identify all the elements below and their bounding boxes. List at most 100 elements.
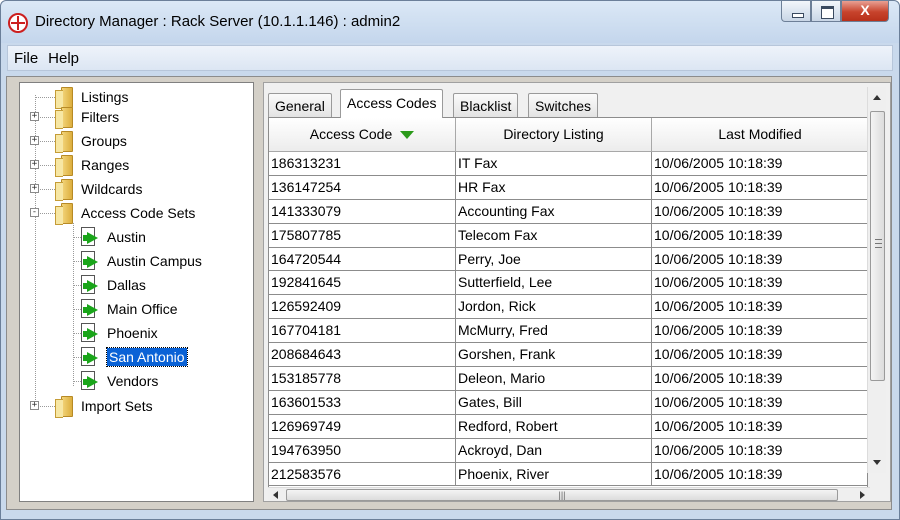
tree-item-austin-campus[interactable]: Austin Campus [81, 249, 202, 273]
last-modified-cell: 10/06/2005 10:18:39 [652, 319, 867, 344]
last-modified-cell: 10/06/2005 10:18:39 [652, 176, 867, 200]
tree-item-label: San Antonio [106, 347, 188, 367]
scroll-up-icon[interactable] [873, 95, 881, 100]
vertical-scroll-thumb[interactable] [870, 111, 885, 381]
tree-item-ranges[interactable]: Ranges [55, 153, 129, 177]
last-modified-cell: 10/06/2005 10:18:39 [652, 391, 867, 415]
directory-listing-cell: Jordon, Rick [456, 295, 652, 320]
access-code-set-icon [81, 275, 103, 295]
folder-icon [55, 179, 73, 201]
table-row[interactable]: 163601533 Gates, Bill 10/06/2005 10:18:39 [269, 390, 867, 415]
column-header-access-code[interactable]: Access Code [269, 118, 456, 152]
tree-item-san-antonio[interactable]: San Antonio [81, 345, 188, 369]
last-modified-cell: 10/06/2005 10:18:39 [652, 463, 867, 487]
column-header-label: Last Modified [718, 126, 802, 142]
column-header-last-modified[interactable]: Last Modified [652, 118, 867, 152]
column-header-directory-listing[interactable]: Directory Listing [456, 118, 652, 152]
tree-item-dallas[interactable]: Dallas [81, 273, 146, 297]
grip-icon [875, 247, 882, 248]
tree-item-main-office[interactable]: Main Office [81, 297, 178, 321]
table-row[interactable]: 192841645 Sutterfield, Lee 10/06/2005 10:1… [269, 271, 867, 296]
grip-icon [875, 239, 882, 240]
window-controls: X [781, 1, 889, 23]
folder-icon [55, 87, 73, 109]
expand-icon[interactable]: + [30, 160, 39, 169]
table-row[interactable]: 212583576 Phoenix, River 10/06/2005 10:18:… [269, 462, 867, 487]
menu-file[interactable]: File [10, 50, 42, 67]
grip-icon [875, 243, 882, 244]
folder-icon [55, 396, 73, 418]
minimize-button[interactable] [781, 1, 811, 22]
table-row[interactable]: 153185778 Deleon, Mario 10/06/2005 10:18:3… [269, 367, 867, 391]
directory-listing-cell: Gorshen, Frank [456, 343, 652, 368]
tree-item-vendors[interactable]: Vendors [81, 369, 158, 393]
navigation-tree[interactable]: Listings + Filters + Groups + Ranges + Wildcards… [19, 82, 254, 502]
access-code-cell: 175807785 [269, 223, 456, 248]
access-code-table: Access Code Directory Listing Last Modif… [268, 117, 868, 489]
column-header-label: Directory Listing [503, 126, 604, 142]
table-row[interactable]: 167704181 McMurry, Fred 10/06/2005 10:18:3… [269, 319, 867, 344]
table-row[interactable]: 175807785 Telecom Fax 10/06/2005 10:18:39 [269, 223, 867, 248]
access-code-cell: 186313231 [269, 152, 456, 176]
horizontal-scrollbar[interactable]: ||| [268, 487, 870, 501]
tree-item-label: Ranges [81, 157, 130, 173]
table-row[interactable]: 194763950 Ackroyd, Dan 10/06/2005 10:18:39 [269, 438, 867, 463]
tree-item-filters[interactable]: Filters [55, 105, 119, 129]
directory-listing-cell: Phoenix, River [456, 462, 652, 487]
close-button[interactable]: X [841, 1, 889, 22]
table-row[interactable]: 186313231 IT Fax 10/06/2005 10:18:39 [269, 152, 867, 176]
tree-item-access-code-sets[interactable]: Access Code Sets [55, 201, 195, 225]
tree-item-wildcards[interactable]: Wildcards [55, 177, 142, 201]
folder-icon [55, 107, 73, 129]
table-row[interactable]: 126969749 Redford, Robert 10/06/2005 10:18… [269, 414, 867, 439]
menu-bar: File Help [7, 45, 893, 71]
access-code-cell: 194763950 [269, 438, 456, 463]
collapse-icon[interactable]: - [30, 208, 39, 217]
access-code-cell: 167704181 [269, 319, 456, 344]
expand-icon[interactable]: + [30, 112, 39, 121]
access-code-cell: 153185778 [269, 367, 456, 391]
last-modified-cell: 10/06/2005 10:18:39 [652, 439, 867, 463]
directory-listing-cell: Accounting Fax [456, 199, 652, 224]
expand-icon[interactable]: + [30, 184, 39, 193]
directory-listing-cell: Gates, Bill [456, 390, 652, 415]
menu-help[interactable]: Help [44, 50, 83, 67]
tree-guide [73, 223, 74, 386]
table-row[interactable]: 126592409 Jordon, Rick 10/06/2005 10:18:39 [269, 295, 867, 320]
tab-general[interactable]: General [268, 93, 332, 117]
horizontal-scroll-thumb[interactable]: ||| [286, 489, 838, 501]
directory-listing-cell: Perry, Joe [456, 247, 652, 272]
tree-item-phoenix[interactable]: Phoenix [81, 321, 158, 345]
scroll-down-icon[interactable] [873, 460, 881, 465]
access-code-set-icon [81, 323, 103, 343]
tab-blacklist[interactable]: Blacklist [453, 93, 519, 117]
access-code-cell: 136147254 [269, 175, 456, 200]
tab-switches[interactable]: Switches [528, 93, 599, 117]
maximize-button[interactable] [811, 1, 841, 22]
tree-item-austin[interactable]: Austin [81, 225, 146, 249]
directory-listing-cell: Sutterfield, Lee [456, 271, 652, 296]
access-code-cell: 126592409 [269, 295, 456, 320]
access-code-cell: 141333079 [269, 199, 456, 224]
table-row[interactable]: 136147254 HR Fax 10/06/2005 10:18:39 [269, 175, 867, 200]
tab-access-codes[interactable]: Access Codes [340, 89, 444, 118]
last-modified-cell: 10/06/2005 10:18:39 [652, 271, 867, 296]
title-bar[interactable]: Directory Manager : Rack Server (10.1.1.… [1, 1, 899, 43]
access-code-set-icon [81, 227, 103, 247]
tree-item-label: Wildcards [81, 181, 143, 197]
scroll-left-icon[interactable] [273, 491, 278, 499]
tree-item-label: Filters [81, 109, 120, 125]
vertical-scrollbar[interactable] [867, 87, 886, 473]
tree-item-groups[interactable]: Groups [55, 129, 127, 153]
scroll-right-icon[interactable] [860, 491, 865, 499]
table-row[interactable]: 164720544 Perry, Joe 10/06/2005 10:18:39 [269, 247, 867, 272]
expand-icon[interactable]: + [30, 401, 39, 410]
tree-guide [35, 97, 55, 98]
table-row[interactable]: 208684643 Gorshen, Frank 10/06/2005 10:18:… [269, 343, 867, 368]
access-code-cell: 212583576 [269, 462, 456, 487]
directory-listing-cell: HR Fax [456, 175, 652, 200]
access-code-cell: 192841645 [269, 271, 456, 296]
expand-icon[interactable]: + [30, 136, 39, 145]
table-row[interactable]: 141333079 Accounting Fax 10/06/2005 10:18:… [269, 199, 867, 224]
tree-item-import-sets[interactable]: Import Sets [55, 394, 153, 418]
